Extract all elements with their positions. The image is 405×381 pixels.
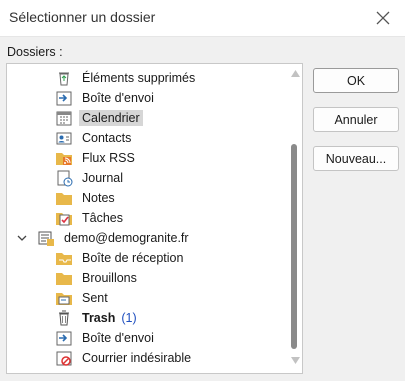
- folder-item[interactable]: Calendrier: [55, 108, 143, 128]
- folders-label: Dossiers :: [7, 45, 63, 59]
- rss-folder-icon: [56, 153, 72, 165]
- folder-label: Brouillons: [82, 271, 137, 285]
- close-icon[interactable]: [373, 8, 393, 28]
- folder-item[interactable]: Tâches: [55, 208, 126, 228]
- new-folder-button[interactable]: Nouveau...: [313, 146, 399, 171]
- ok-button[interactable]: OK: [313, 68, 399, 93]
- folder-label: Boîte d'envoi: [82, 331, 154, 345]
- folder-item[interactable]: Éléments supprimés: [55, 68, 198, 88]
- folder-item[interactable]: Journal: [55, 168, 126, 188]
- folder-item[interactable]: Trash (1): [55, 308, 137, 328]
- journal-icon: [57, 170, 73, 187]
- folder-label: Contacts: [82, 131, 132, 145]
- folder-label: Notes: [82, 191, 115, 205]
- scroll-down-arrow-icon[interactable]: [291, 357, 300, 364]
- account-icon: [38, 231, 54, 246]
- folder-label: Éléments supprimés: [82, 71, 196, 85]
- folder-label: Sent: [82, 291, 108, 305]
- folder-label: Boîte de réception: [82, 251, 184, 265]
- dialog-title: Sélectionner un dossier: [9, 9, 156, 25]
- scroll-up-arrow-icon[interactable]: [291, 70, 300, 77]
- folder-label: Journal: [82, 171, 123, 185]
- chevron-down-icon[interactable]: [16, 232, 28, 244]
- folder-label: Tâches: [82, 211, 123, 225]
- folder-label: Calendrier: [79, 110, 143, 126]
- tasks-icon: [56, 213, 72, 226]
- folder-label: Flux RSS: [82, 151, 135, 165]
- folder-tree[interactable]: Éléments supprimés Boîte d'envoi Calendrie…: [6, 63, 303, 374]
- scrollbar-thumb[interactable]: [291, 144, 297, 349]
- sent-icon: [56, 293, 72, 305]
- notes-folder-icon: [56, 193, 72, 205]
- folder-item[interactable]: Boîte d'envoi: [55, 88, 157, 108]
- folder-label: Trash: [82, 311, 116, 325]
- inbox-folder-icon: [56, 253, 72, 265]
- folder-label: Boîte d'envoi: [82, 91, 154, 105]
- folder-icon: [56, 273, 72, 285]
- folder-label: demo@demogranite.fr: [64, 231, 189, 245]
- folder-item[interactable]: Boîte d'envoi: [55, 328, 157, 348]
- folder-label: Courrier indésirable: [82, 351, 192, 365]
- vertical-scrollbar[interactable]: [288, 64, 302, 373]
- folder-item[interactable]: Boîte de réception: [55, 248, 186, 268]
- folder-item[interactable]: Flux RSS: [55, 148, 138, 168]
- unread-count: (1): [121, 311, 137, 325]
- folder-item[interactable]: Courrier indésirable: [55, 348, 194, 368]
- cancel-button[interactable]: Annuler: [313, 107, 399, 132]
- folder-item[interactable]: Brouillons: [55, 268, 140, 288]
- folder-item[interactable]: Sent: [55, 288, 111, 308]
- folder-item[interactable]: Contacts: [55, 128, 134, 148]
- outbox-icon: [56, 91, 72, 106]
- recycle-bin-icon: [59, 72, 69, 86]
- outbox-icon: [56, 331, 72, 346]
- calendar-icon: [56, 111, 72, 126]
- folder-item[interactable]: Notes: [55, 188, 118, 208]
- title-bar: Sélectionner un dossier: [0, 0, 405, 37]
- junk-icon: [56, 351, 72, 366]
- trash-icon: [59, 310, 69, 326]
- contacts-icon: [56, 132, 72, 145]
- account-node[interactable]: demo@demogranite.fr: [37, 228, 192, 248]
